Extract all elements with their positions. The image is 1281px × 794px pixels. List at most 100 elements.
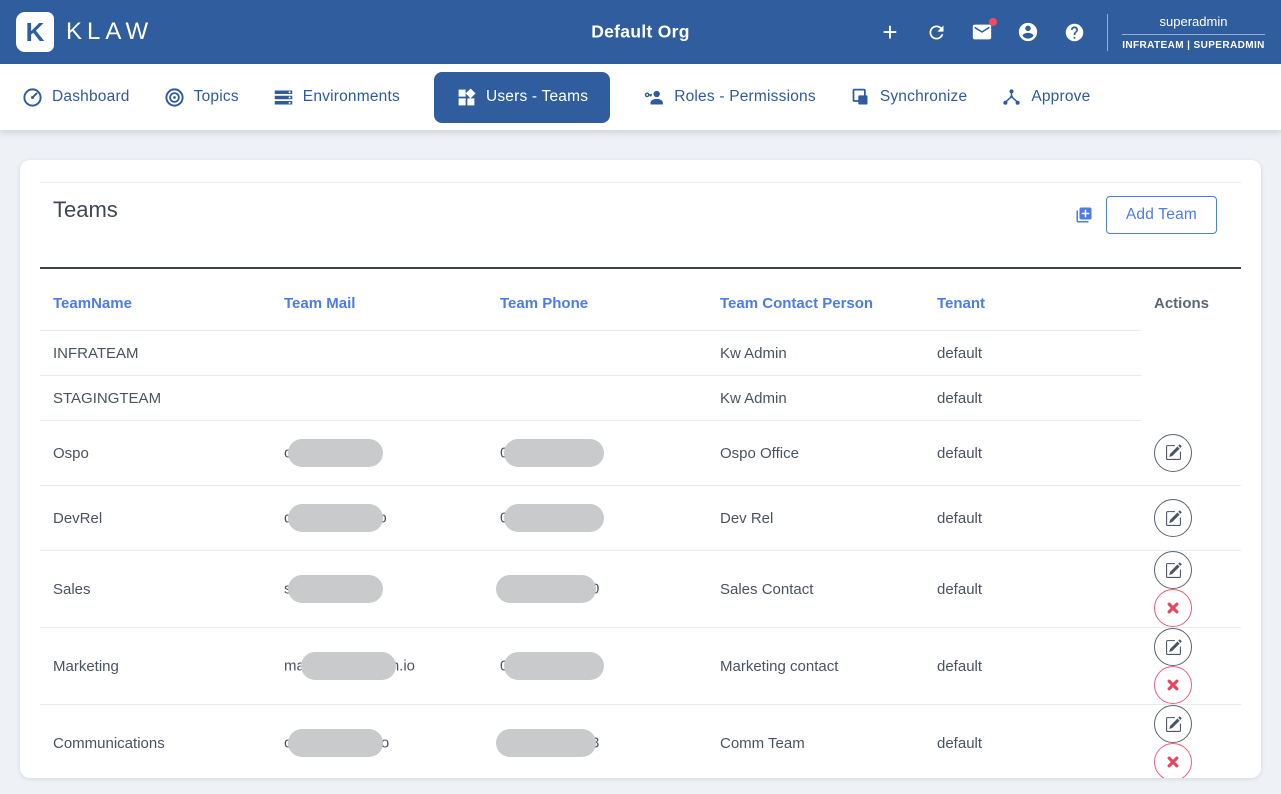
edit-pencil-icon [1165, 510, 1182, 526]
team-mail-cell [271, 330, 487, 376]
delete-team-button[interactable] [1154, 589, 1192, 627]
delete-x-icon [1167, 602, 1179, 614]
nav-item-dashboard[interactable]: Dashboard [22, 87, 130, 108]
edit-pencil-icon [1165, 716, 1182, 732]
redaction-pill [496, 729, 596, 757]
team-mail-cell: ma n.io [271, 627, 487, 705]
redaction-pill [496, 575, 596, 603]
redaction-pill [288, 439, 384, 467]
tenant-cell: default [924, 627, 1141, 705]
add-request-icon[interactable]: + [879, 19, 901, 45]
redaction-pill [504, 652, 605, 680]
team-contact-cell: Sales Contact [707, 550, 924, 628]
user-block[interactable]: superadmin INFRATEAM | SUPERADMIN [1107, 13, 1265, 51]
help-icon[interactable] [1063, 21, 1085, 43]
col-tenant[interactable]: Tenant [924, 269, 1141, 331]
hub-icon [1003, 88, 1020, 105]
teams-card: Teams Add Team TeamName Team Mail Team P… [20, 160, 1261, 778]
edit-team-button[interactable] [1154, 551, 1192, 589]
delete-team-button[interactable] [1154, 666, 1192, 704]
team-name-cell: INFRATEAM [40, 330, 271, 376]
team-mail-cell: s [271, 550, 487, 628]
nav-item-approve[interactable]: Approve [1001, 87, 1090, 108]
page-title: Teams [53, 197, 118, 222]
refresh-icon[interactable] [925, 21, 947, 43]
table-row: Marketing man.io 0 Marketing contact def… [40, 627, 1241, 705]
tenant-cell: default [924, 375, 1141, 421]
edit-team-button[interactable] [1154, 433, 1192, 472]
table-row: Communications cio 3 Comm Team default [40, 705, 1241, 779]
nav-item-synchronize[interactable]: Synchronize [850, 87, 968, 108]
actions-cell [1141, 705, 1241, 778]
col-team-mail[interactable]: Team Mail [271, 269, 487, 331]
team-mail-cell: o [271, 420, 487, 486]
card-top-strip [40, 160, 1241, 183]
brand: K KLAW [16, 12, 153, 52]
team-name-cell: Communications [53, 734, 165, 752]
account-icon[interactable] [1017, 21, 1039, 43]
nav-item-roles-permissions[interactable]: Roles - Permissions [644, 87, 816, 108]
team-name-cell: Ospo [40, 420, 271, 486]
logo-glyph: K [25, 16, 45, 47]
team-mail-cell: do [271, 485, 487, 551]
nav-item-users-teams[interactable]: Users - Teams [433, 71, 611, 123]
content-area: Teams Add Team TeamName Team Mail Team P… [0, 130, 1281, 778]
team-contact-cell: Kw Admin [707, 375, 924, 421]
nav-item-environments[interactable]: Environments [273, 87, 400, 108]
team-name-cell: DevRel [40, 485, 271, 551]
actions-cell [1141, 420, 1241, 486]
team-phone-cell: 0 [487, 550, 707, 628]
col-team-contact-person[interactable]: Team Contact Person [707, 269, 924, 331]
team-phone-cell [487, 330, 707, 376]
redaction-pill [287, 729, 383, 757]
gauge-icon [23, 87, 42, 107]
add-to-queue-icon[interactable] [1075, 206, 1093, 224]
add-team-button[interactable]: Add Team [1105, 196, 1217, 234]
user-name: superadmin [1159, 13, 1228, 29]
edit-pencil-icon [1165, 639, 1182, 655]
klaw-logo-icon[interactable]: K [16, 12, 54, 52]
actions-cell [1141, 485, 1241, 551]
actions-cell [1141, 550, 1241, 628]
actions-cell [1141, 376, 1241, 421]
col-team-name[interactable]: TeamName [40, 269, 271, 331]
header-right: + superadmin INFRATEAM | SUPERADMIN [879, 13, 1265, 51]
teams-card-header: Teams Add Team [40, 183, 1241, 267]
main-nav: Dashboard Topics Environments Users - Te… [0, 64, 1281, 130]
team-name-cell: STAGINGTEAM [40, 375, 271, 421]
team-phone-cell: 0 [487, 420, 707, 486]
unread-badge [989, 18, 997, 26]
actions-cell [1141, 331, 1241, 376]
teams-table-body: INFRATEAM Kw Admin default STAGINGTEAM K… [40, 330, 1241, 779]
table-header-row: TeamName Team Mail Team Phone Team Conta… [40, 269, 1241, 331]
actions-cell [1141, 627, 1241, 705]
mail-icon[interactable] [971, 18, 997, 43]
person-key-icon [644, 90, 663, 104]
edit-pencil-icon [1165, 562, 1182, 578]
table-row: DevRel do 0 Dev Rel default [40, 485, 1241, 551]
team-phone-cell: 3 [487, 705, 707, 779]
team-contact-cell: Kw Admin [707, 330, 924, 376]
table-row: STAGINGTEAM Kw Admin default [40, 375, 1241, 421]
team-contact-cell: Comm Team [720, 734, 805, 752]
team-mail-cell [271, 375, 487, 421]
edit-team-button[interactable] [1154, 499, 1192, 537]
edit-pencil-icon [1165, 444, 1182, 461]
user-team-role: INFRATEAM | SUPERADMIN [1122, 39, 1265, 51]
team-phone-cell: 0 [487, 627, 707, 705]
team-phone-cell [487, 375, 707, 421]
delete-team-button[interactable] [1154, 743, 1192, 778]
edit-team-button[interactable] [1154, 705, 1192, 743]
teams-header-actions: Add Team [1075, 196, 1217, 234]
team-phone-cell: 0 [487, 485, 707, 551]
col-actions: Actions [1154, 295, 1210, 313]
redaction-pill [504, 504, 605, 532]
team-contact-cell: Dev Rel [707, 485, 924, 551]
nav-item-topics[interactable]: Topics [164, 87, 239, 108]
col-team-phone[interactable]: Team Phone [487, 269, 707, 331]
widgets-icon [458, 87, 476, 105]
org-title: Default Org [591, 21, 690, 42]
edit-team-button[interactable] [1154, 628, 1192, 666]
team-contact-cell: Marketing contact [707, 627, 924, 705]
team-name-cell: Sales [40, 550, 271, 628]
